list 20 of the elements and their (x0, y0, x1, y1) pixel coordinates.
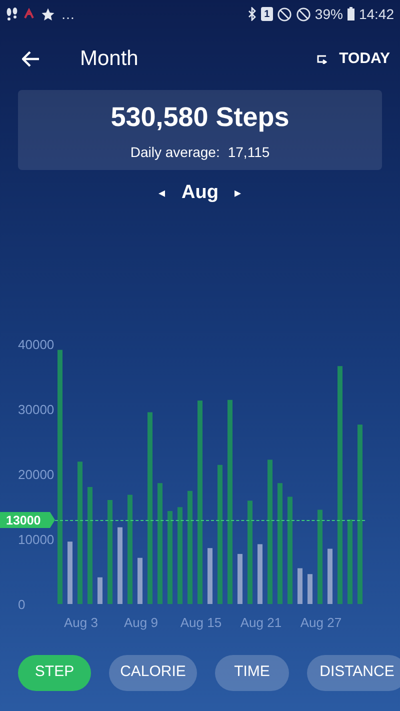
y-axis-label: 30000 (18, 402, 54, 417)
x-axis-label: Aug 27 (300, 615, 342, 630)
battery-level: 39% (314, 4, 343, 24)
goal-badge: 13000 (0, 512, 55, 528)
y-axis-label: 20000 (18, 467, 54, 482)
total-steps: 530,580 Steps (110, 97, 290, 138)
average-value: 17,115 (228, 142, 270, 162)
y-axis-label: 0 (18, 597, 26, 612)
x-axis-label: Aug 15 (180, 615, 222, 630)
y-axis-label: 10000 (18, 532, 54, 547)
y-axis-label: 40000 (18, 337, 54, 352)
screen-title: Month (80, 46, 138, 72)
overflow-indicator: … (61, 4, 75, 24)
average-label: Daily average: (130, 142, 220, 162)
sim-icon: 1 (260, 7, 273, 21)
month-label: Aug (182, 180, 218, 205)
x-axis-label: Aug 9 (124, 615, 158, 630)
x-axis-label: Aug 3 (64, 615, 98, 630)
clock: 14:42 (358, 4, 394, 24)
x-axis-label: Aug 21 (240, 615, 282, 630)
